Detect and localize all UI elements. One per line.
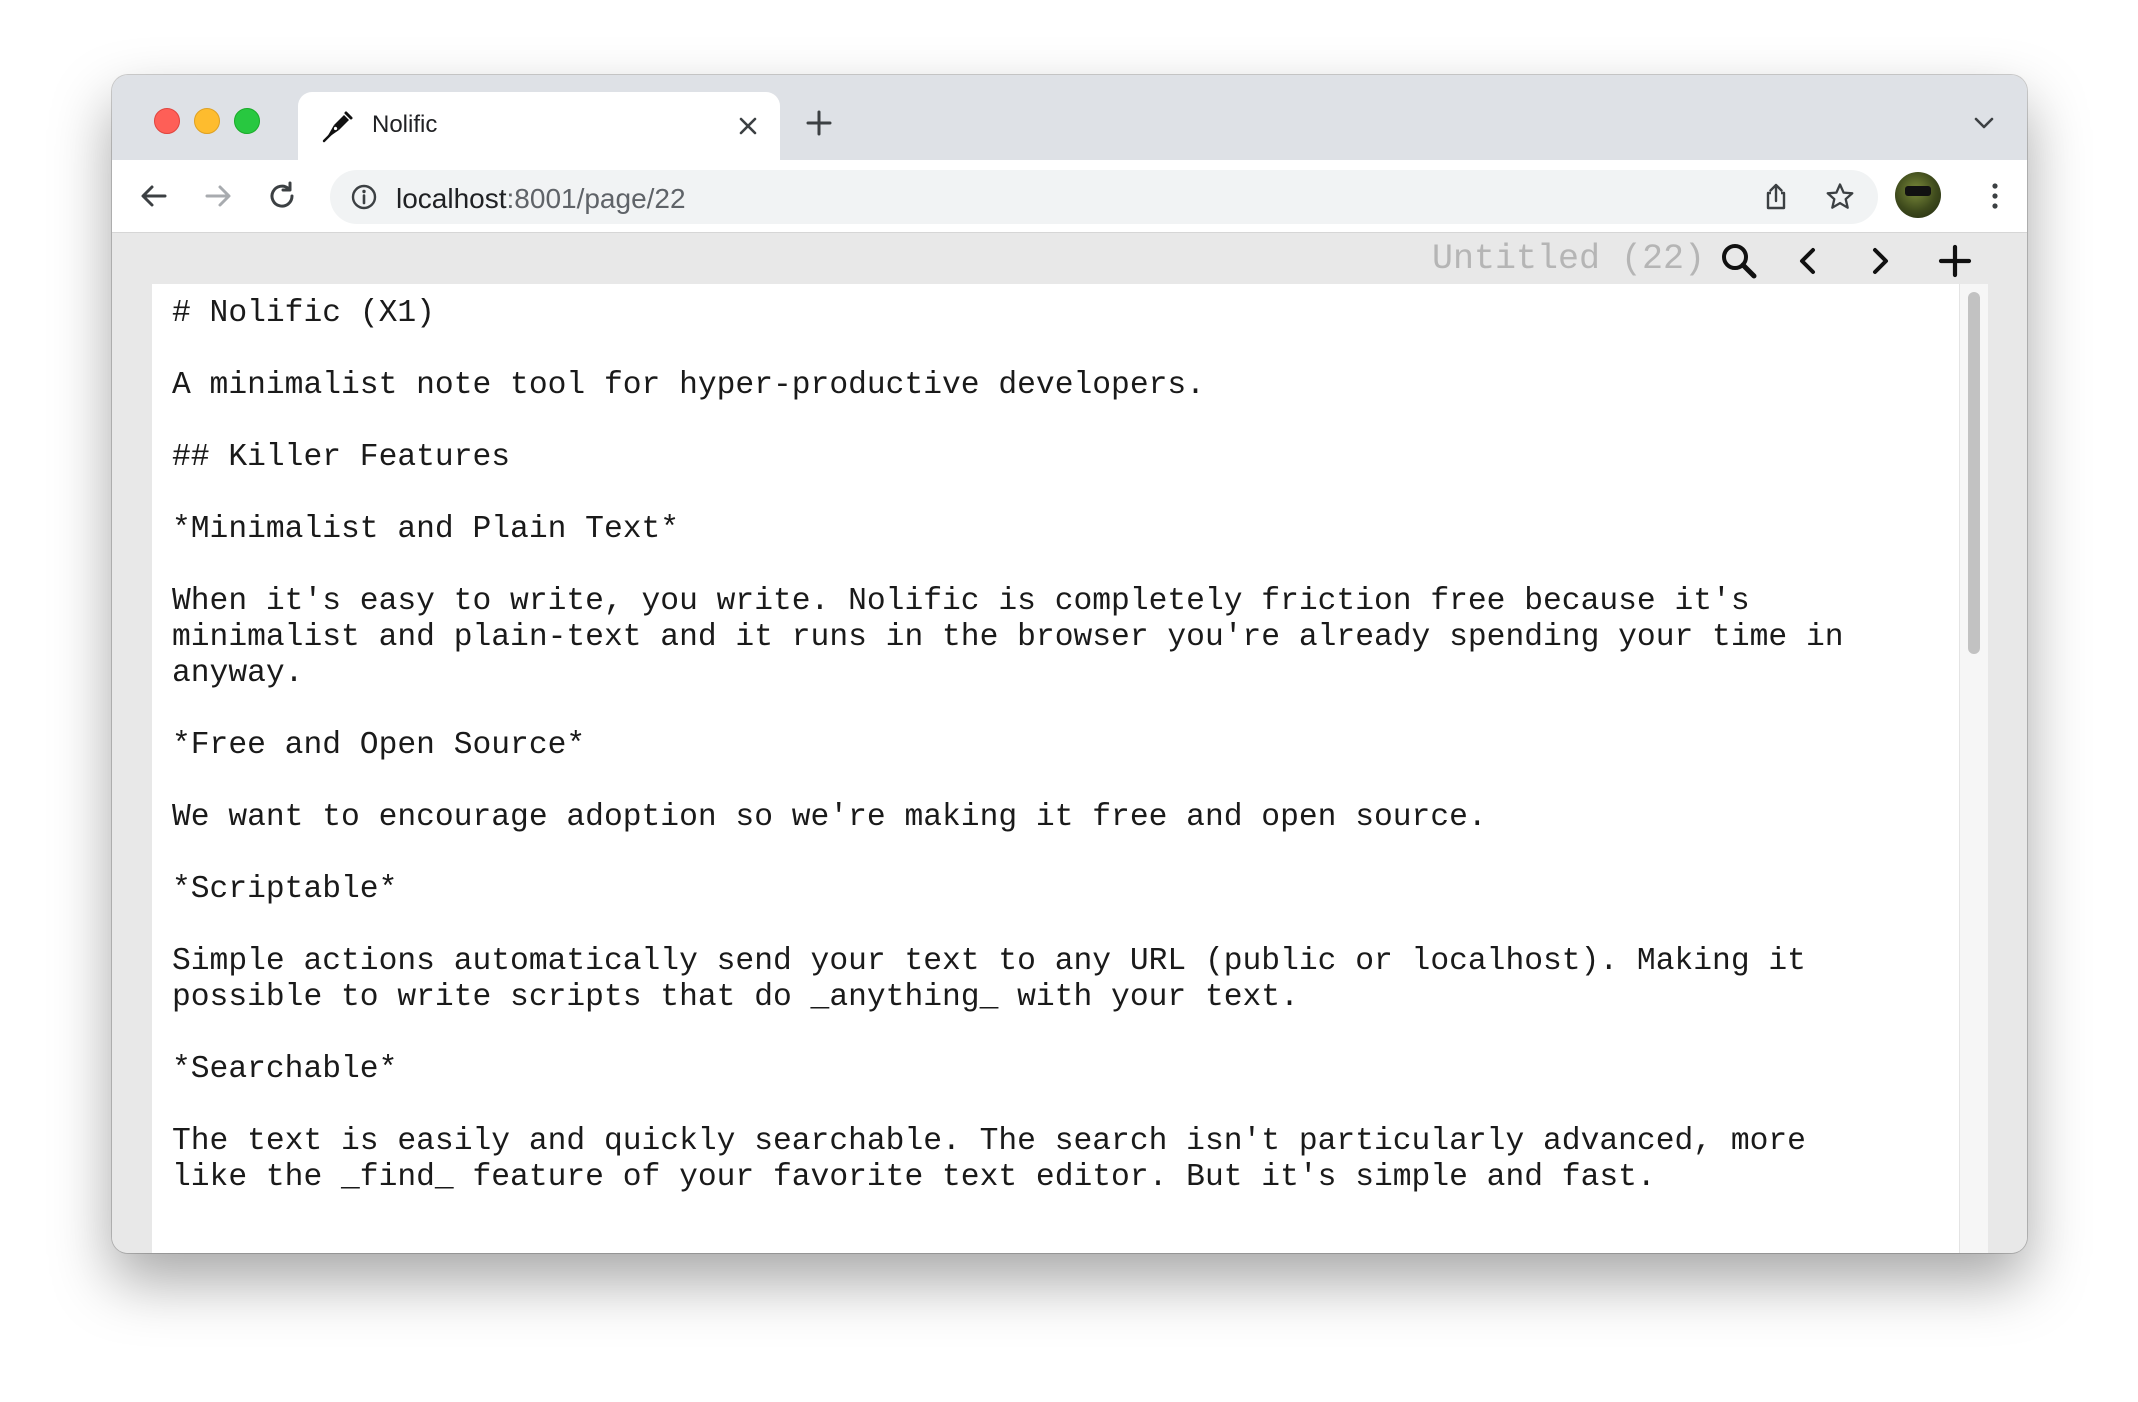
scrollbar-thumb[interactable] (1968, 292, 1980, 654)
profile-avatar[interactable] (1895, 172, 1941, 218)
bookmark-star-icon[interactable] (1824, 181, 1856, 213)
new-tab-button[interactable] (802, 106, 836, 140)
url-path: :8001/page/22 (506, 183, 686, 214)
window-close-button[interactable] (154, 108, 180, 134)
reload-icon[interactable] (264, 178, 300, 214)
window-zoom-button[interactable] (234, 108, 260, 134)
search-icon[interactable] (1717, 239, 1761, 283)
window-minimize-button[interactable] (194, 108, 220, 134)
address-bar[interactable]: localhost:8001/page/22 (330, 170, 1878, 224)
editor-scrollbar[interactable] (1959, 284, 1988, 1253)
back-arrow-icon[interactable] (136, 178, 172, 214)
pen-nib-icon (320, 108, 356, 144)
share-icon[interactable] (1760, 181, 1792, 213)
tab-nolific[interactable]: Nolific (298, 92, 780, 160)
note-text[interactable]: # Nolific (X1) A minimalist note tool fo… (172, 296, 1962, 1196)
note-editor[interactable]: # Nolific (X1) A minimalist note tool fo… (152, 284, 1988, 1253)
tab-strip: Nolific (112, 75, 2027, 160)
forward-arrow-icon[interactable] (200, 178, 236, 214)
plus-icon[interactable] (1933, 239, 1977, 283)
chevron-right-icon[interactable] (1857, 239, 1901, 283)
tab-title: Nolific (372, 111, 438, 138)
browser-toolbar: localhost:8001/page/22 (112, 160, 2027, 233)
site-info-icon[interactable] (350, 183, 378, 211)
note-title: Untitled (22) (1431, 239, 1705, 279)
page-content: Untitled (22) # Nolific (X1) A minimalis… (112, 233, 2027, 1253)
browser-window: Nolific localhost:8001/page/22 Untitled … (112, 75, 2027, 1253)
url-text: localhost:8001/page/22 (396, 183, 686, 215)
tab-search-chevron-icon[interactable] (1971, 113, 1997, 133)
close-tab-icon[interactable] (734, 112, 762, 140)
more-menu-icon[interactable] (1989, 178, 2001, 214)
url-host: localhost (396, 183, 507, 214)
chevron-left-icon[interactable] (1787, 239, 1831, 283)
